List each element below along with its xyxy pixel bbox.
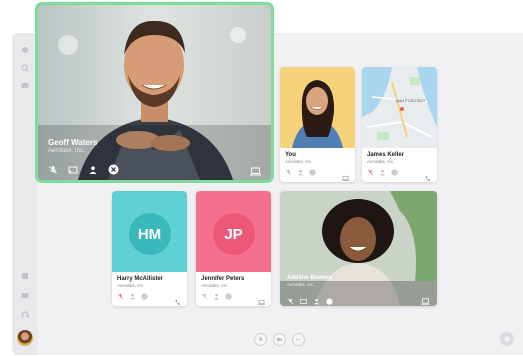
close-icon[interactable]	[326, 292, 333, 306]
headset-icon[interactable]	[20, 309, 30, 319]
laptop-icon[interactable]	[250, 163, 261, 180]
messages-icon[interactable]	[20, 291, 30, 301]
adeline-video-frame	[280, 191, 437, 306]
video-icon[interactable]	[273, 333, 286, 346]
you-video-frame	[280, 67, 355, 148]
participant-company: Aerolabs, Inc.	[287, 282, 315, 287]
phone-icon[interactable]	[424, 169, 431, 181]
grid-icon[interactable]	[20, 271, 30, 281]
mic-off-icon[interactable]	[367, 169, 374, 176]
person-icon[interactable]	[213, 293, 220, 300]
participant-tile-james[interactable]: San Francisco James Keller Aerolabs, Inc…	[362, 67, 437, 182]
person-icon[interactable]	[313, 292, 320, 306]
featured-participant-name: Geoff Waters	[48, 138, 98, 147]
call-controls	[254, 333, 305, 346]
close-icon[interactable]	[309, 169, 316, 176]
person-icon[interactable]	[129, 293, 136, 300]
close-icon[interactable]	[225, 293, 232, 300]
featured-participant-company: Aerolabs, Inc.	[48, 148, 85, 154]
more-icon[interactable]	[292, 333, 305, 346]
laptop-icon[interactable]	[258, 293, 265, 306]
map-city-label: San Francisco	[396, 98, 425, 103]
participant-name: Harry McAllister	[117, 276, 164, 282]
participant-tile-you[interactable]: You Aerolabs, Inc.	[280, 67, 355, 182]
participant-name: Jennifer Peters	[201, 276, 245, 282]
participant-company: Aerolabs, Inc.	[117, 283, 145, 288]
close-icon[interactable]	[141, 293, 148, 300]
mic-off-icon[interactable]	[117, 293, 124, 300]
search-icon[interactable]	[20, 63, 30, 73]
participant-tile-harry[interactable]: HM Harry McAllister Aerolabs, Inc.	[112, 191, 187, 306]
chat-icon[interactable]	[20, 81, 30, 91]
close-icon[interactable]	[108, 162, 119, 180]
participant-name: You	[285, 152, 296, 158]
cast-icon[interactable]	[68, 162, 78, 180]
mic-icon[interactable]	[254, 333, 267, 346]
laptop-icon[interactable]	[421, 292, 430, 306]
person-icon[interactable]	[88, 162, 98, 180]
mic-off-icon[interactable]	[285, 169, 292, 176]
participant-tile-jennifer[interactable]: JP Jennifer Peters Aerolabs, Inc.	[196, 191, 271, 306]
participant-company: Aerolabs, Inc.	[285, 159, 313, 164]
person-icon[interactable]	[379, 169, 386, 176]
mic-off-icon[interactable]	[287, 292, 294, 306]
chat-icon[interactable]	[500, 332, 514, 346]
home-icon[interactable]	[20, 45, 30, 55]
cast-icon[interactable]	[300, 292, 307, 306]
laptop-icon[interactable]	[342, 169, 349, 182]
participant-company: Aerolabs, Inc.	[201, 283, 229, 288]
mic-off-icon[interactable]	[48, 162, 58, 180]
phone-icon[interactable]	[174, 293, 181, 305]
participant-company: Aerolabs, Inc.	[367, 159, 395, 164]
close-icon[interactable]	[391, 169, 398, 176]
initials-avatar: HM	[128, 213, 171, 255]
participant-name: James Keller	[367, 152, 405, 158]
user-avatar[interactable]	[17, 330, 33, 346]
participant-name: Adeline Bowers	[287, 275, 333, 281]
mic-off-icon[interactable]	[201, 293, 208, 300]
person-icon[interactable]	[297, 169, 304, 176]
participant-tile-adeline[interactable]: Adeline Bowers Aerolabs, Inc.	[280, 191, 437, 306]
featured-video-tile[interactable]: Geoff Waters Aerolabs, Inc.	[35, 2, 274, 183]
map-view	[362, 67, 437, 148]
initials-avatar: JP	[212, 213, 255, 255]
